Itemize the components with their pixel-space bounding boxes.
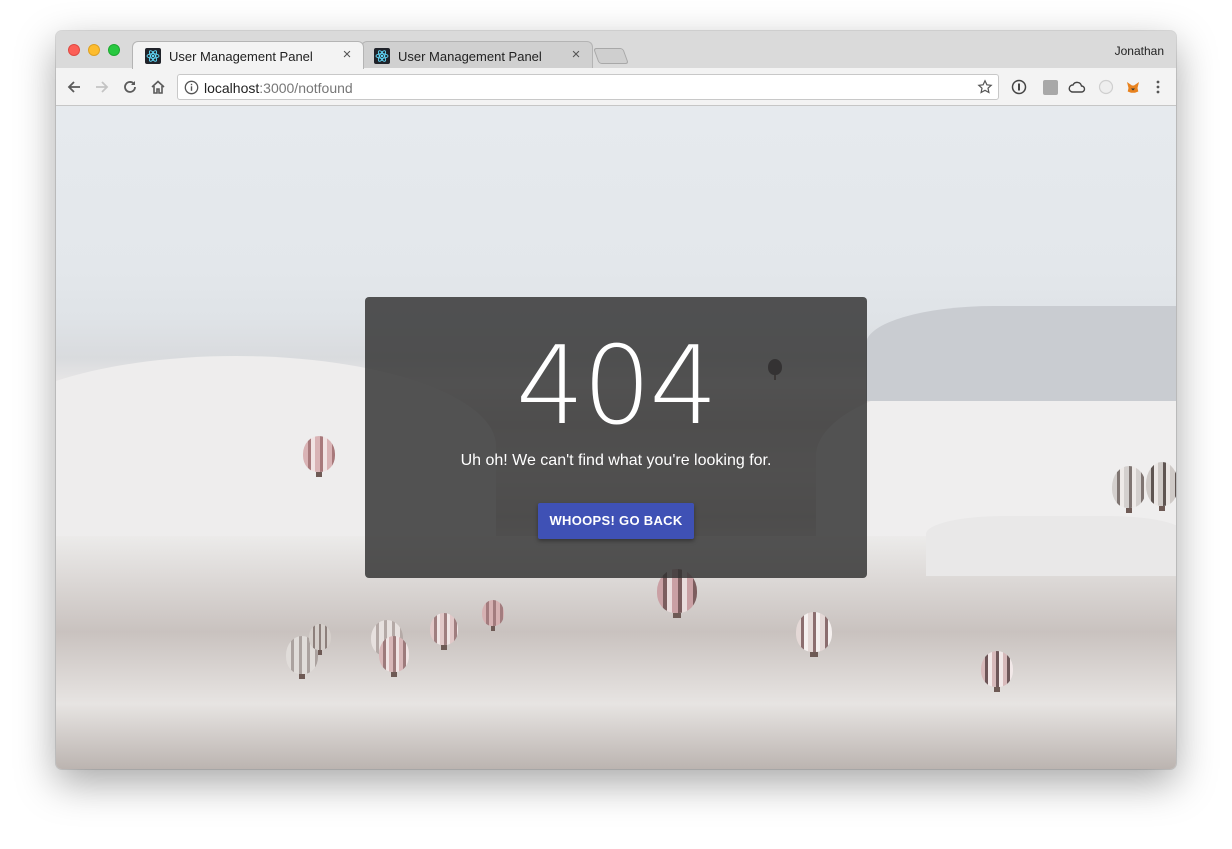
extension-grey-icon[interactable]	[1041, 78, 1059, 96]
url-host: localhost	[204, 80, 260, 96]
reload-icon	[124, 81, 136, 93]
browser-window: User Management Panel × User Management …	[56, 31, 1176, 769]
close-tab-icon[interactable]: ×	[568, 47, 584, 63]
hot-air-balloon	[309, 624, 331, 655]
hot-air-balloon	[303, 436, 335, 477]
back-button[interactable]	[64, 77, 84, 97]
circle-extension-icon[interactable]	[1097, 78, 1115, 96]
white-cliff	[926, 516, 1176, 576]
close-window-button[interactable]	[68, 44, 80, 56]
hot-air-balloon	[379, 636, 409, 677]
profile-name[interactable]: Jonathan	[1115, 44, 1164, 58]
tab-user-management-2[interactable]: User Management Panel ×	[361, 41, 593, 69]
back-arrow-icon	[67, 81, 80, 93]
hot-air-balloon	[482, 600, 504, 631]
hot-air-balloon	[1146, 462, 1176, 511]
bookmark-star-icon[interactable]	[977, 79, 993, 100]
onepassword-extension-icon[interactable]	[1010, 78, 1028, 96]
tab-user-management-1[interactable]: User Management Panel ×	[132, 41, 364, 69]
metamask-fox-icon[interactable]	[1124, 78, 1142, 96]
react-atom-icon	[145, 48, 161, 64]
go-back-button[interactable]: WHOOPS! GO BACK	[538, 503, 694, 539]
error-message: Uh oh! We can't find what you're looking…	[460, 452, 772, 469]
react-atom-icon	[374, 48, 390, 64]
minimize-window-button[interactable]	[88, 44, 100, 56]
url-path: :3000/notfound	[259, 80, 353, 96]
hot-air-balloon	[430, 613, 458, 650]
close-tab-icon[interactable]: ×	[339, 47, 355, 63]
home-icon	[151, 80, 165, 94]
error-code: 404	[515, 324, 718, 449]
url-text: localhost:3000/notfound	[204, 80, 353, 96]
maximize-window-button[interactable]	[108, 44, 120, 56]
forward-button[interactable]	[92, 77, 112, 97]
reload-button[interactable]	[120, 77, 140, 97]
not-found-card: 404 Uh oh! We can't find what you're loo…	[365, 297, 867, 578]
hot-air-balloon	[796, 612, 832, 657]
hot-air-balloon	[1112, 466, 1146, 513]
tab-strip: User Management Panel × User Management …	[56, 31, 1176, 69]
toolbar: localhost:3000/notfound	[56, 68, 1176, 106]
address-bar[interactable]: localhost:3000/notfound	[177, 74, 999, 100]
hot-air-balloon	[981, 651, 1013, 692]
page-background: 404 Uh oh! We can't find what you're loo…	[56, 106, 1176, 769]
tab-title: User Management Panel	[398, 49, 542, 64]
new-tab-button[interactable]	[593, 48, 629, 64]
forward-arrow-icon	[96, 81, 109, 93]
menu-kebab-icon[interactable]	[1149, 78, 1167, 96]
tab-title: User Management Panel	[169, 49, 313, 64]
home-button[interactable]	[148, 77, 168, 97]
distant-ridge	[866, 306, 1176, 401]
cloud-extension-icon[interactable]	[1068, 78, 1086, 96]
info-icon[interactable]	[184, 80, 199, 100]
